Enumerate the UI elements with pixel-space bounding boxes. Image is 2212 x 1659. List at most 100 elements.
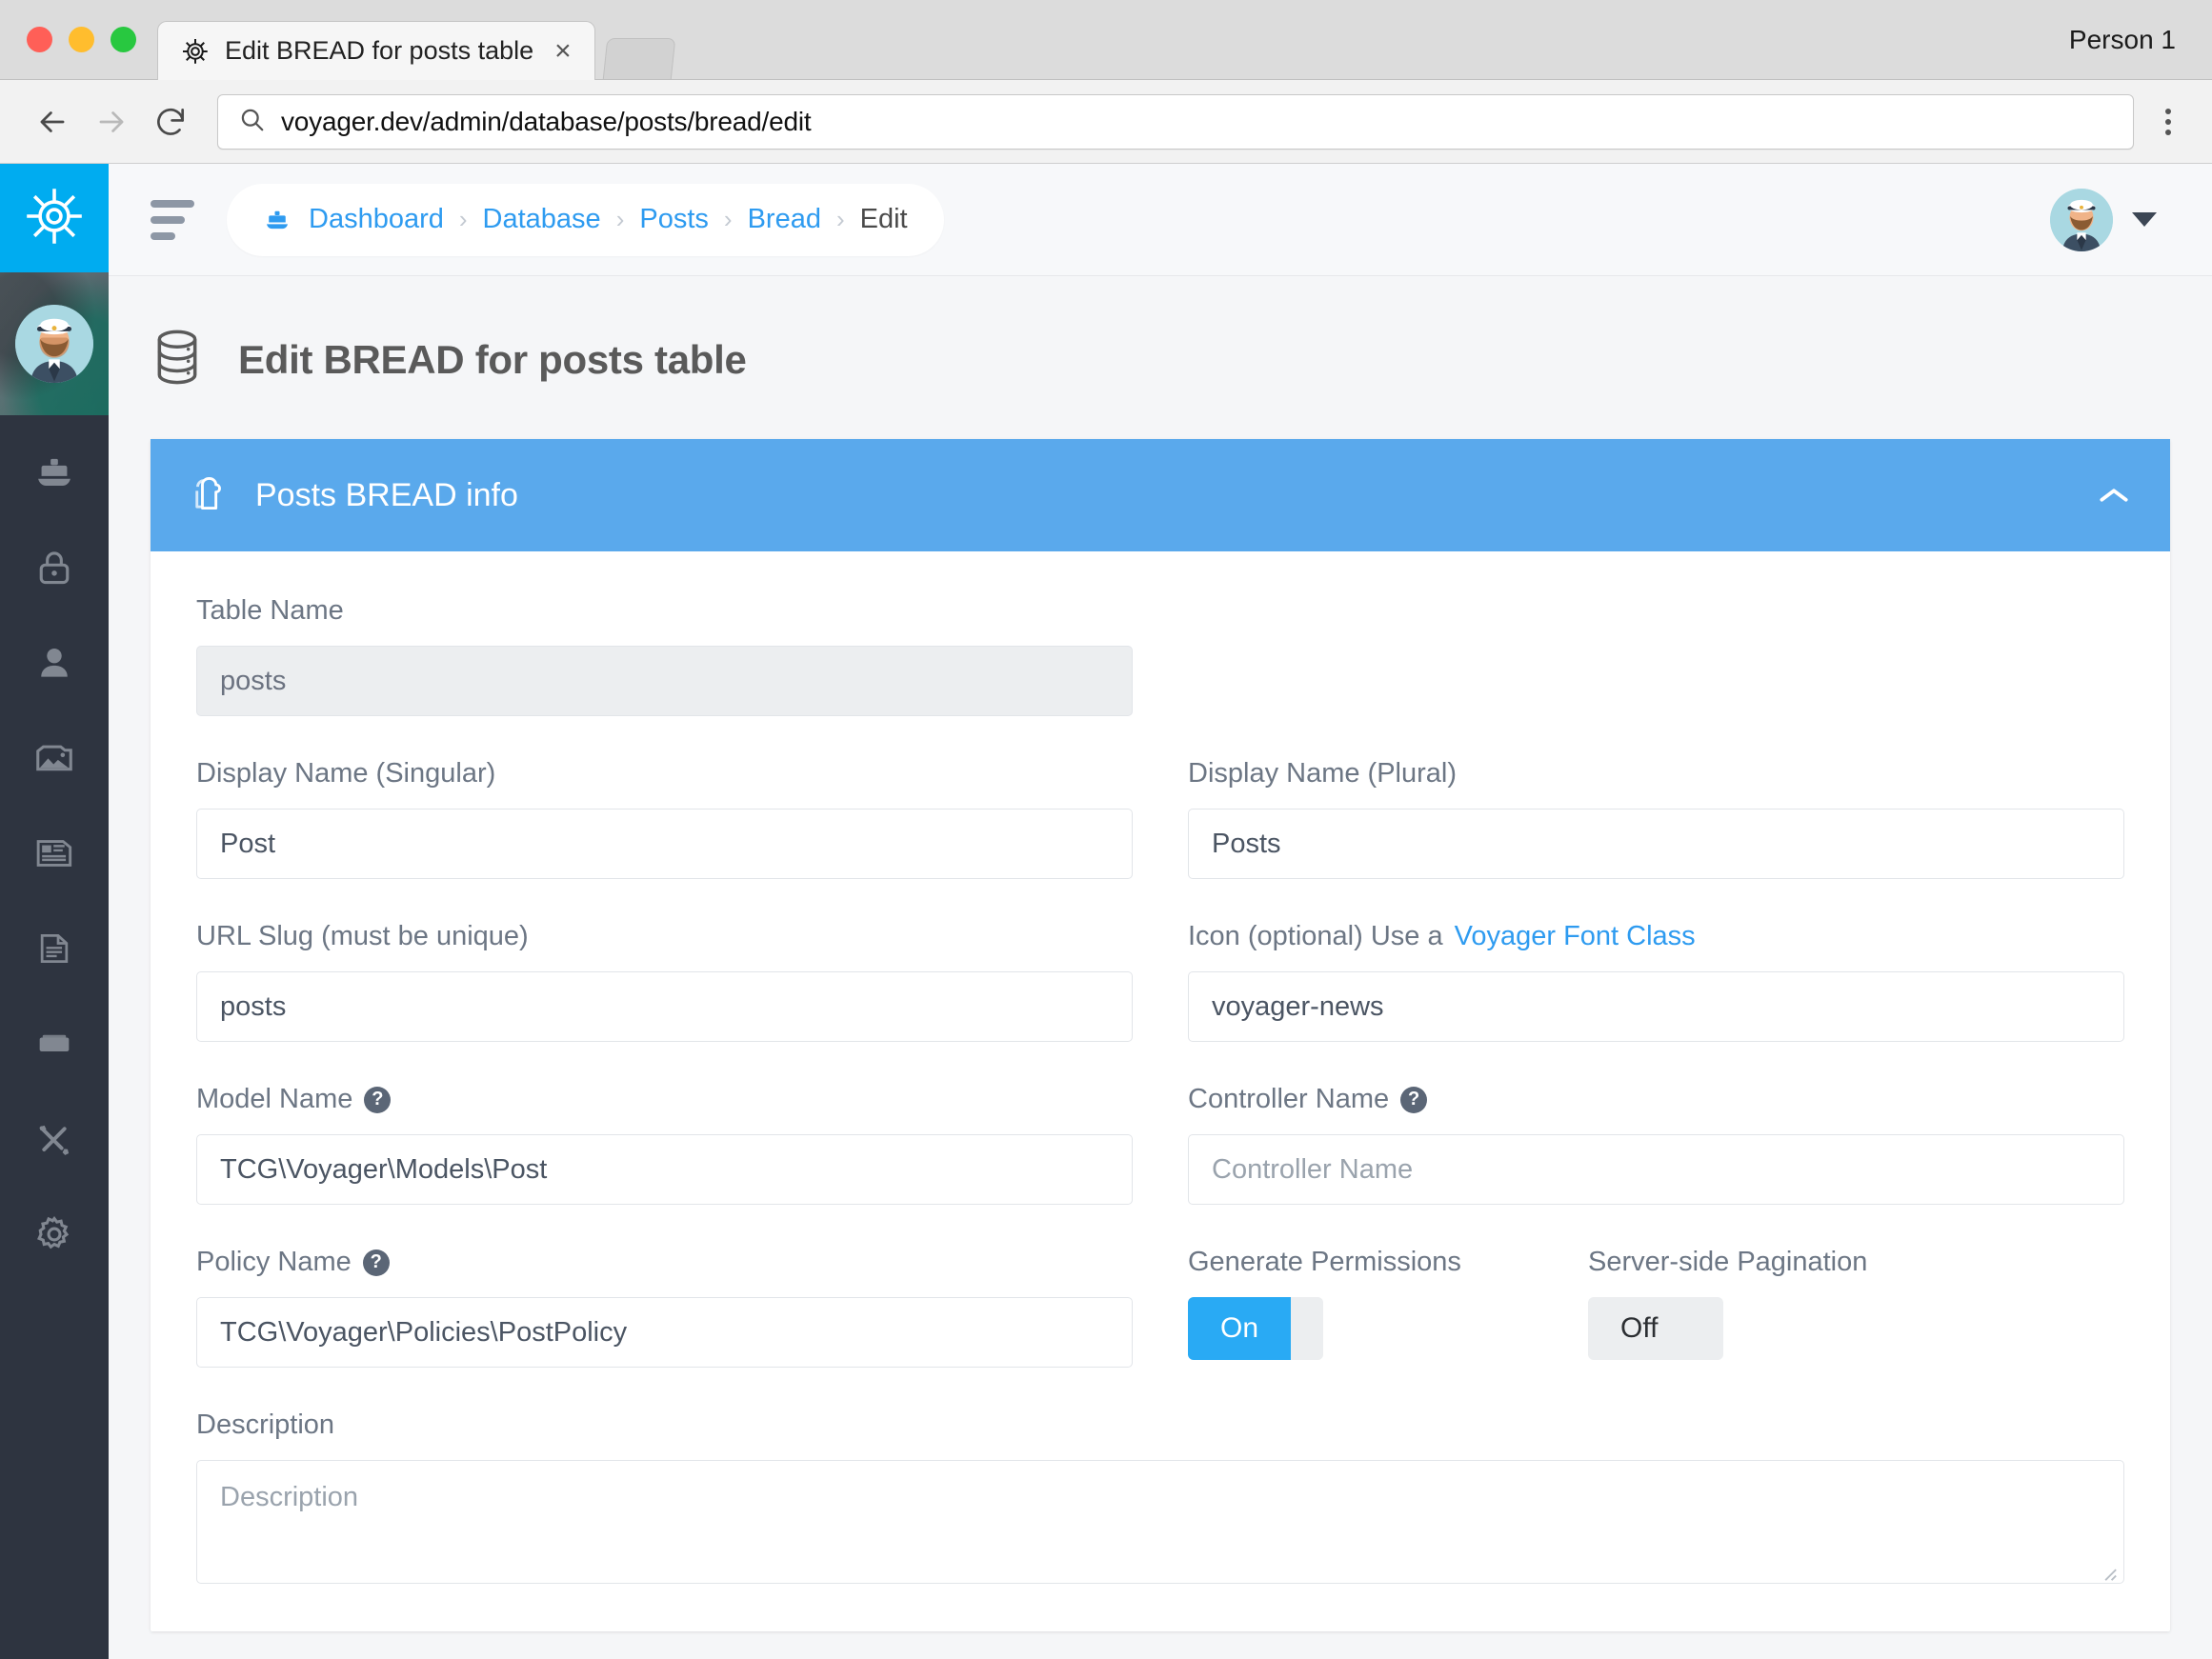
resize-grip-icon[interactable] [2097, 1558, 2118, 1579]
sidebar-item-categories[interactable] [0, 996, 109, 1091]
reload-button[interactable] [141, 92, 200, 151]
new-tab-placeholder[interactable] [602, 38, 675, 80]
sidebar-nav [0, 415, 109, 1659]
topbar-user-menu[interactable] [2050, 189, 2157, 251]
field-label: Display Name (Plural) [1188, 758, 2124, 790]
toggles-group: Generate Permissions On Server-side Pagi… [1188, 1247, 2124, 1360]
avatar[interactable] [2050, 189, 2113, 251]
chevron-up-icon[interactable] [2096, 484, 2132, 507]
person-icon [33, 642, 75, 684]
field-label: Policy Name ? [196, 1247, 1133, 1278]
icon-class-input[interactable]: voyager-news [1188, 971, 2124, 1042]
breadcrumb-item-edit: Edit [860, 204, 908, 235]
controller-name-input[interactable]: Controller Name [1188, 1134, 2124, 1205]
panel-title: Posts BREAD info [255, 477, 518, 514]
field-label: Controller Name ? [1188, 1084, 2124, 1115]
help-icon[interactable]: ? [363, 1249, 390, 1276]
hamburger-icon[interactable] [151, 200, 194, 240]
forward-button[interactable] [82, 92, 141, 151]
minimize-window-button[interactable] [69, 27, 94, 52]
lock-icon [33, 547, 75, 589]
close-tab-button[interactable]: × [549, 37, 577, 66]
breadcrumb-separator: › [459, 205, 468, 234]
field-policy-name: Policy Name ? TCG\Voyager\Policies\PostP… [196, 1247, 1133, 1368]
panel-body: Table Name posts Display Name (Singular)… [151, 551, 2170, 1631]
database-icon [151, 328, 204, 391]
field-model-name: Model Name ? TCG\Voyager\Models\Post [196, 1084, 1133, 1205]
help-icon[interactable]: ? [364, 1087, 391, 1113]
field-label: Model Name ? [196, 1084, 1133, 1115]
field-icon: Icon (optional) Use a Voyager Font Class… [1188, 921, 2124, 1042]
field-table-name: Table Name posts [196, 595, 1133, 716]
form-row-table-name: Table Name posts [196, 595, 2124, 758]
chevron-down-icon[interactable] [2132, 212, 2157, 227]
breadcrumb-separator: › [836, 205, 845, 234]
field-label-text: Controller Name [1188, 1084, 1389, 1115]
voyager-font-class-link[interactable]: Voyager Font Class [1455, 921, 1696, 952]
folder-icon [32, 1022, 76, 1066]
sidebar-item-tools[interactable] [0, 1091, 109, 1187]
display-name-plural-input[interactable]: Posts [1188, 809, 2124, 879]
field-display-name-plural: Display Name (Plural) Posts [1188, 758, 2124, 879]
form-row-slug-icon: URL Slug (must be unique) posts Icon (op… [196, 921, 2124, 1084]
model-name-input[interactable]: TCG\Voyager\Models\Post [196, 1134, 1133, 1205]
page-title: Edit BREAD for posts table [238, 337, 747, 383]
search-icon [237, 105, 266, 138]
field-generate-permissions: Generate Permissions On [1188, 1247, 1588, 1360]
window-controls [0, 27, 136, 79]
app-content: Edit BREAD for posts table Posts BREAD i… [109, 276, 2212, 1659]
captain-avatar [2050, 189, 2113, 251]
browser-titlebar: Edit BREAD for posts table × Person 1 [0, 0, 2212, 80]
address-bar[interactable]: voyager.dev/admin/database/posts/bread/e… [217, 94, 2134, 150]
breadcrumb-separator: › [724, 205, 733, 234]
panel-header: Posts BREAD info [151, 439, 2170, 551]
display-name-singular-input[interactable]: Post [196, 809, 1133, 879]
form-row-display-names: Display Name (Singular) Post Display Nam… [196, 758, 2124, 921]
avatar[interactable] [15, 305, 93, 383]
breadcrumb-item-posts[interactable]: Posts [639, 204, 709, 235]
breadcrumb-item-database[interactable]: Database [483, 204, 601, 235]
toggle-track [1291, 1297, 1323, 1360]
sidebar-user-banner [0, 272, 109, 415]
field-label: Display Name (Singular) [196, 758, 1133, 790]
field-label-text: Icon (optional) Use a [1188, 921, 1443, 952]
browser-toolbar: voyager.dev/admin/database/posts/bread/e… [0, 80, 2212, 164]
captain-avatar [15, 305, 93, 383]
sidebar-item-dashboard[interactable] [0, 425, 109, 520]
field-label: Description [196, 1409, 2124, 1441]
browser-window: Edit BREAD for posts table × Person 1 [0, 0, 2212, 1659]
kebab-menu-icon[interactable] [2147, 109, 2189, 135]
sidebar-item-users[interactable] [0, 615, 109, 710]
sidebar-logo[interactable] [0, 164, 109, 272]
app-topbar: Dashboard › Database › Posts › Bread › E… [109, 164, 2212, 276]
table-name-input: posts [196, 646, 1133, 716]
field-label-text: Policy Name [196, 1247, 352, 1278]
sidebar-item-roles[interactable] [0, 520, 109, 615]
url-slug-input[interactable]: posts [196, 971, 1133, 1042]
bread-slice-icon [187, 471, 231, 520]
help-icon[interactable]: ? [1400, 1087, 1427, 1113]
profile-person-label[interactable]: Person 1 [2069, 25, 2176, 55]
sidebar-item-pages[interactable] [0, 901, 109, 996]
server-side-pagination-toggle[interactable]: Off [1588, 1297, 1723, 1360]
address-bar-text: voyager.dev/admin/database/posts/bread/e… [281, 107, 811, 137]
breadcrumb-item-dashboard[interactable]: Dashboard [309, 204, 444, 235]
browser-tab[interactable]: Edit BREAD for posts table × [157, 21, 595, 80]
sidebar-item-posts[interactable] [0, 806, 109, 901]
sidebar-item-settings[interactable] [0, 1187, 109, 1282]
app-main: Dashboard › Database › Posts › Bread › E… [109, 164, 2212, 1659]
field-controller-name: Controller Name ? Controller Name [1188, 1084, 2124, 1205]
policy-name-input[interactable]: TCG\Voyager\Policies\PostPolicy [196, 1297, 1133, 1368]
close-window-button[interactable] [27, 27, 52, 52]
field-server-side-pagination: Server-side Pagination Off [1588, 1247, 1867, 1360]
bread-info-panel: Posts BREAD info Table Name [151, 439, 2170, 1631]
breadcrumb-item-bread[interactable]: Bread [748, 204, 821, 235]
description-textarea[interactable]: Description [196, 1460, 2124, 1584]
back-button[interactable] [23, 92, 82, 151]
generate-permissions-toggle[interactable]: On [1188, 1297, 1323, 1360]
page-header: Edit BREAD for posts table [109, 276, 2212, 439]
sidebar-item-media[interactable] [0, 710, 109, 806]
boat-icon [263, 206, 292, 234]
app-sidebar [0, 164, 109, 1659]
maximize-window-button[interactable] [111, 27, 136, 52]
